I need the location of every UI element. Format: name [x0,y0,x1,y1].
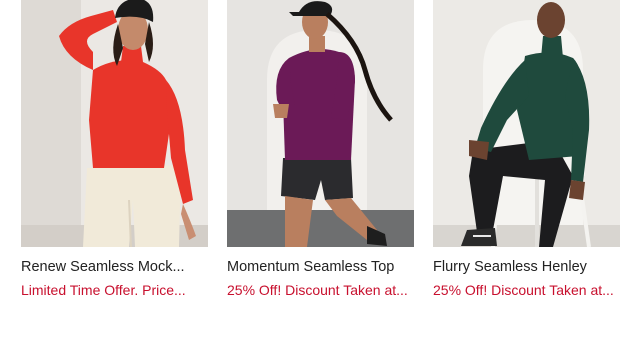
product-image[interactable] [433,0,620,247]
product-image[interactable] [21,0,208,247]
product-name[interactable]: Renew Seamless Mock... [21,258,201,276]
product-grid: Renew Seamless Mock... Limited Time Offe… [0,0,640,342]
product-name[interactable]: Momentum Seamless Top [227,258,422,276]
product-photo [433,0,620,247]
product-name[interactable]: Flurry Seamless Henley [433,258,629,276]
product-photo [21,0,208,247]
product-photo [227,0,414,247]
product-card[interactable]: Renew Seamless Mock... Limited Time Offe… [21,0,208,298]
product-card[interactable]: Flurry Seamless Henley 25% Off! Discount… [433,0,620,298]
product-promo[interactable]: 25% Off! Discount Taken at... [227,281,422,299]
product-image[interactable] [227,0,414,247]
product-card[interactable]: Momentum Seamless Top 25% Off! Discount … [227,0,414,298]
product-promo[interactable]: Limited Time Offer. Price... [21,281,201,299]
product-promo[interactable]: 25% Off! Discount Taken at... [433,281,629,299]
